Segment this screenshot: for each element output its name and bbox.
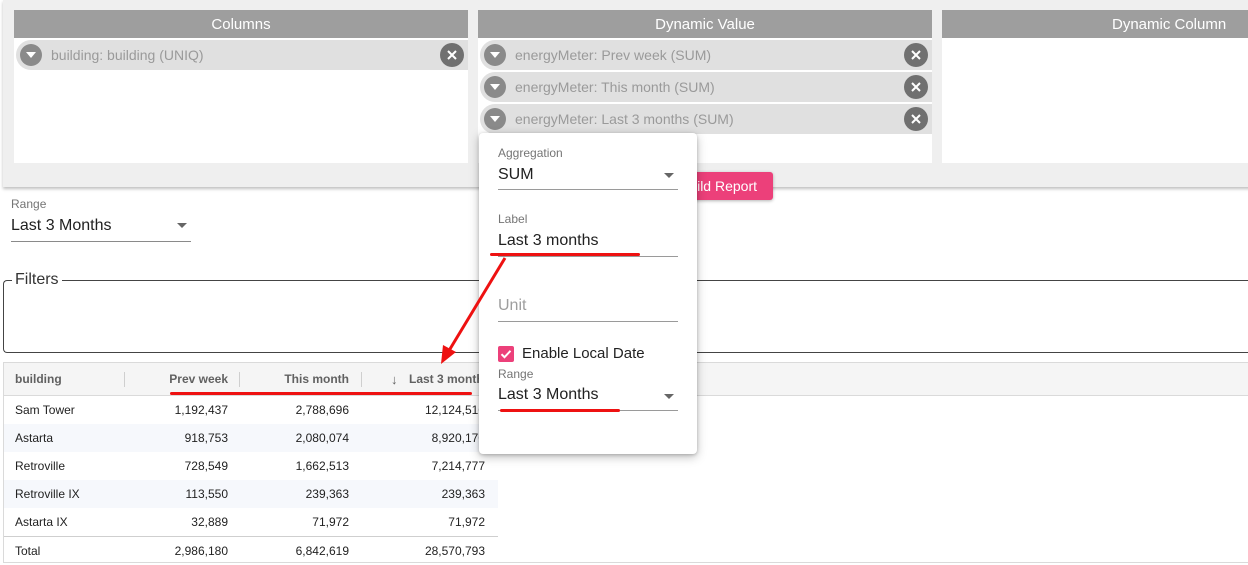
- cell-prev-week: 728,549: [184, 459, 228, 473]
- aggregation-value: SUM: [498, 166, 534, 183]
- cell-this-month: 2,788,696: [295, 403, 349, 417]
- cell-prev-week: 918,753: [184, 431, 228, 445]
- cell-prev-week: 1,192,437: [174, 403, 228, 417]
- dynamic-column-panel: Dynamic Column: [942, 10, 1248, 163]
- range-label: Range: [11, 197, 47, 211]
- cell-this-month: 2,080,074: [295, 431, 349, 445]
- cell-last-3-months: 71,972: [448, 515, 485, 529]
- column-header-building[interactable]: building: [15, 363, 62, 396]
- label-input-value: Last 3 months: [498, 232, 599, 249]
- column-chip-label: building: building (UNIQ): [51, 47, 204, 63]
- annotation-underline-label: [490, 253, 640, 256]
- check-icon: [500, 350, 512, 359]
- aggregation-label: Aggregation: [498, 146, 563, 160]
- cell-building: Sam Tower: [15, 403, 75, 417]
- value-chip-this-month[interactable]: energyMeter: This month (SUM): [480, 72, 932, 102]
- value-settings-popover: Aggregation SUM Label Last 3 months Unit…: [479, 133, 697, 454]
- dropdown-arrow-icon: [664, 394, 674, 399]
- cell-total-last-3-months: 28,570,793: [424, 544, 485, 558]
- value-chip-label: energyMeter: This month (SUM): [515, 79, 715, 95]
- unit-placeholder: Unit: [498, 297, 527, 314]
- chevron-down-icon[interactable]: [484, 76, 506, 98]
- table-row[interactable]: Astarta 918,753 2,080,074 8,920,170: [4, 424, 498, 452]
- close-icon[interactable]: [904, 107, 928, 131]
- dynamic-column-panel-header: Dynamic Column: [942, 10, 1248, 38]
- enable-local-date-label[interactable]: Enable Local Date: [522, 345, 645, 362]
- table-row[interactable]: Sam Tower 1,192,437 2,788,696 12,124,510: [4, 396, 498, 424]
- chevron-down-icon[interactable]: [484, 44, 506, 66]
- value-chip-last-3-months[interactable]: energyMeter: Last 3 months (SUM): [480, 104, 932, 134]
- aggregation-select[interactable]: SUM: [498, 163, 678, 190]
- columns-panel: Columns building: building (UNIQ): [14, 10, 468, 163]
- label-field-label: Label: [498, 212, 528, 226]
- cell-building: Retroville IX: [15, 487, 80, 501]
- cell-this-month: 71,972: [312, 515, 349, 529]
- table-row[interactable]: Retroville IX 113,550 239,363 239,363: [4, 480, 498, 508]
- columns-panel-header: Columns: [14, 10, 468, 38]
- cell-last-3-months: 7,214,777: [431, 459, 485, 473]
- cell-prev-week: 32,889: [191, 515, 228, 529]
- value-chip-label: energyMeter: Last 3 months (SUM): [515, 111, 734, 127]
- value-chip-prev-week[interactable]: energyMeter: Prev week (SUM): [480, 40, 932, 70]
- chevron-down-icon[interactable]: [20, 44, 42, 66]
- cell-this-month: 1,662,513: [295, 459, 349, 473]
- enable-local-date-checkbox[interactable]: [498, 346, 514, 362]
- cell-last-3-months: 12,124,510: [424, 403, 485, 417]
- annotation-underline-headers: [170, 392, 472, 395]
- range-value: Last 3 Months: [11, 217, 112, 234]
- cell-building: Retroville: [15, 459, 66, 473]
- table-row[interactable]: Retroville 728,549 1,662,513 7,214,777: [4, 452, 498, 480]
- dropdown-arrow-icon: [177, 223, 187, 228]
- annotation-underline-range: [500, 409, 620, 412]
- cell-total-label: Total: [15, 544, 41, 558]
- value-chip-label: energyMeter: Prev week (SUM): [515, 47, 712, 63]
- cell-total-this-month: 6,842,619: [295, 544, 349, 558]
- popover-range-select[interactable]: Last 3 Months: [498, 383, 678, 411]
- cell-last-3-months: 8,920,170: [431, 431, 485, 445]
- close-icon[interactable]: [440, 43, 464, 67]
- filters-legend: Filters: [12, 271, 62, 289]
- range-select[interactable]: Last 3 Months: [11, 215, 191, 242]
- cell-prev-week: 113,550: [185, 487, 229, 501]
- dynamic-value-panel-header: Dynamic Value: [478, 10, 932, 38]
- chevron-down-icon[interactable]: [484, 108, 506, 130]
- cell-last-3-months: 239,363: [441, 487, 485, 501]
- column-chip[interactable]: building: building (UNIQ): [16, 40, 468, 70]
- dropdown-arrow-icon: [664, 173, 674, 178]
- cell-building: Astarta IX: [15, 515, 68, 529]
- close-icon[interactable]: [904, 43, 928, 67]
- unit-input[interactable]: Unit: [498, 295, 678, 322]
- cell-this-month: 239,363: [305, 487, 349, 501]
- cell-building: Astarta: [15, 431, 54, 445]
- column-divider: [361, 372, 362, 387]
- close-icon[interactable]: [904, 75, 928, 99]
- cell-total-prev-week: 2,986,180: [174, 544, 228, 558]
- table-row[interactable]: Astarta IX 32,889 71,972 71,972: [4, 508, 498, 536]
- table-total-row: Total 2,986,180 6,842,619 28,570,793: [4, 536, 498, 564]
- popover-range-value: Last 3 Months: [498, 386, 599, 403]
- popover-range-label: Range: [498, 367, 534, 381]
